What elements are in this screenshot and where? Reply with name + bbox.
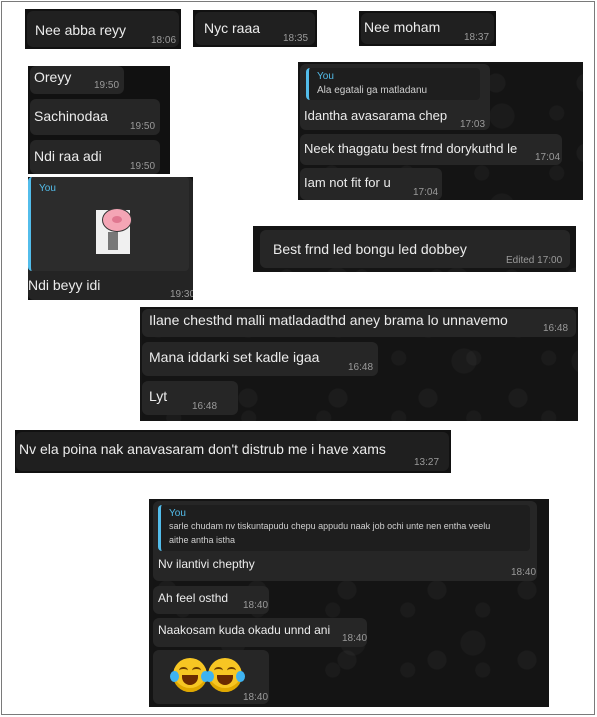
message-time: 19:50 <box>130 121 156 132</box>
chat-snippet-7: Best frnd led bongu led dobbey Edited 17… <box>253 226 576 272</box>
message-time: 16:48 <box>192 401 218 412</box>
message-text: Ndi raa adi <box>34 148 102 164</box>
message-bubble[interactable]: Ah feel osthd 18:40 <box>153 586 269 614</box>
quote-text: Ala egatali ga matladanu <box>317 85 428 96</box>
quoted-message[interactable]: You <box>28 177 189 271</box>
quote-author: You <box>169 508 186 519</box>
message-bubble[interactable]: Ilane chesthd malli matladadthd aney bra… <box>142 309 576 337</box>
message-bubble[interactable]: 18:40 <box>153 650 269 704</box>
chat-snippet-2: Nyc raaa 18:35 <box>193 10 317 47</box>
message-bubble[interactable]: Iam not fit for u 17:04 <box>300 168 442 200</box>
message-text: Lyt <box>149 388 168 404</box>
message-text: Nee moham <box>364 19 441 35</box>
message-time: 19:50 <box>94 80 120 91</box>
chat-snippet-9: Nv ela poina nak anavasaram don't distru… <box>15 430 451 473</box>
message-time: 19:30 <box>170 289 193 300</box>
message-text: Sachinodaa <box>34 108 108 124</box>
message-time: 17:04 <box>535 152 561 163</box>
message-text: Nee abba reyy <box>35 22 127 38</box>
message-time: Edited 17:00 <box>506 255 563 266</box>
message-bubble[interactable]: Naakosam kuda okadu unnd ani 18:40 <box>153 618 367 647</box>
message-text: Best frnd led bongu led dobbey <box>273 241 467 257</box>
message-text: Ilane chesthd malli matladadthd aney bra… <box>149 312 508 328</box>
message-time: 18:40 <box>243 692 269 703</box>
message-text: Nv ilantivi chepthy <box>158 557 255 571</box>
message-text: Ndi beyy idi <box>28 277 101 293</box>
message-time: 19:50 <box>130 161 156 172</box>
chat-snippet-5: You Ndi beyy idi 19:30 <box>28 177 193 300</box>
message-text: Nyc raaa <box>204 20 261 36</box>
quote-text: sarle chudam nv tiskuntapudu chepu appud… <box>169 521 491 531</box>
message-bubble[interactable]: Ndi raa adi 19:50 <box>30 140 160 174</box>
message-text: Naakosam kuda okadu unnd ani <box>158 623 331 637</box>
figure-icon <box>108 232 118 250</box>
message-text: Iam not fit for u <box>304 175 391 190</box>
chat-snippet-6: You Ala egatali ga matladanu Idantha ava… <box>298 62 583 200</box>
message-text: Oreyy <box>34 69 72 85</box>
message-text: Idantha avasarama chep <box>304 108 448 123</box>
message-time: 17:04 <box>413 187 439 198</box>
chat-snippet-4: Oreyy 19:50 Sachinodaa 19:50 Ndi raa adi… <box>28 66 170 174</box>
rolling-laughing-emoji-icon <box>170 658 210 692</box>
message-time: 18:40 <box>342 633 368 644</box>
message-time: 18:40 <box>511 567 537 578</box>
quote-author: You <box>317 71 334 82</box>
pig-face-icon <box>102 208 132 232</box>
message-bubble[interactable]: Nyc raaa 18:35 <box>195 12 315 45</box>
quote-author: You <box>39 183 56 194</box>
message-time: 13:27 <box>414 457 440 468</box>
message-text: Ah feel osthd <box>158 591 229 605</box>
message-bubble[interactable]: Sachinodaa 19:50 <box>30 99 160 135</box>
message-text: Neek thaggatu best frnd dorykuthd le <box>304 141 518 156</box>
message-bubble[interactable]: Best frnd led bongu led dobbey Edited 17… <box>260 230 570 268</box>
message-bubble[interactable]: Nv ela poina nak anavasaram don't distru… <box>16 432 449 471</box>
message-bubble[interactable]: Nee moham 18:37 <box>361 13 494 44</box>
quote-text: aithe antha istha <box>169 535 236 545</box>
message-bubble[interactable]: Oreyy 19:50 <box>30 66 124 94</box>
message-text: Mana iddarki set kadle igaa <box>149 349 320 365</box>
message-time: 16:48 <box>348 362 374 373</box>
message-time: 18:40 <box>243 600 269 611</box>
quoted-message[interactable]: You sarle chudam nv tiskuntapudu chepu a… <box>158 505 530 551</box>
message-time: 16:48 <box>543 323 569 334</box>
message-bubble[interactable]: Lyt 16:48 <box>142 381 238 415</box>
chat-snippet-10: You sarle chudam nv tiskuntapudu chepu a… <box>149 499 549 707</box>
message-bubble[interactable]: Mana iddarki set kadle igaa 16:48 <box>142 342 378 376</box>
message-bubble[interactable]: You Ndi beyy idi 19:30 <box>28 177 193 300</box>
chat-snippet-3: Nee moham 18:37 <box>359 11 496 46</box>
chat-snippet-1: Nee abba reyy 18:06 <box>25 9 181 49</box>
message-bubble[interactable]: You Ala egatali ga matladanu Idantha ava… <box>300 64 490 130</box>
message-time: 17:03 <box>460 119 486 130</box>
quoted-message[interactable]: You Ala egatali ga matladanu <box>306 68 480 100</box>
message-time: 18:35 <box>283 33 309 44</box>
message-bubble[interactable]: You sarle chudam nv tiskuntapudu chepu a… <box>153 501 537 581</box>
rolling-laughing-emoji-icon <box>205 658 245 692</box>
sticker-image <box>96 208 132 254</box>
message-time: 18:37 <box>464 32 490 43</box>
message-text: Nv ela poina nak anavasaram don't distru… <box>19 441 386 457</box>
chat-snippet-8: Ilane chesthd malli matladadthd aney bra… <box>140 307 578 421</box>
message-bubble[interactable]: Neek thaggatu best frnd dorykuthd le 17:… <box>300 134 562 165</box>
message-bubble[interactable]: Nee abba reyy 18:06 <box>27 11 179 47</box>
message-time: 18:06 <box>151 35 177 46</box>
